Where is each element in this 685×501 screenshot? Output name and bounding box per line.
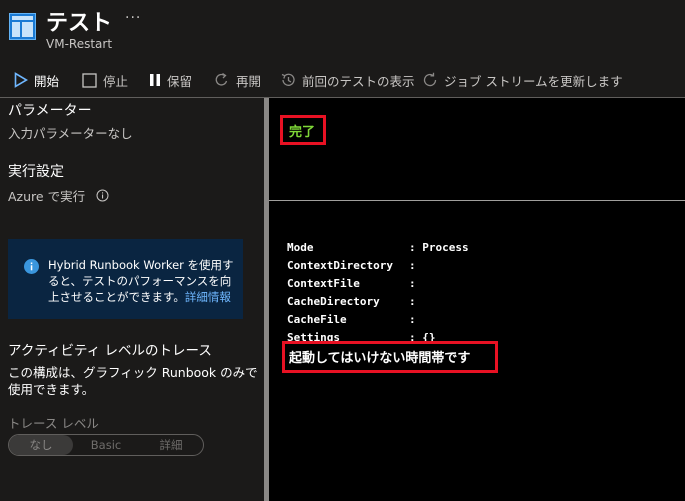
job-status: 完了 [289,125,316,140]
run-on-label: Azure で実行 [8,189,86,204]
refresh-job-streams-button[interactable]: ジョブ ストリームを更新します [422,70,623,90]
more-options-button[interactable]: ··· [125,10,141,26]
refresh-job-streams-label: ジョブ ストリームを更新します [444,73,623,89]
redo-icon [215,72,228,86]
output-key: ContextFile [287,277,360,290]
job-status-area: 完了 [269,98,685,200]
resume-label: 再開 [236,73,262,89]
start-button[interactable]: 開始 [14,70,59,90]
page-title: テスト [46,11,113,36]
suspend-label: 保留 [167,73,193,89]
status-highlight: 完了 [280,115,326,145]
activity-trace-heading: アクティビティ レベルのトレース [8,343,212,359]
suspend-button[interactable]: 保留 [149,70,192,90]
view-last-test-button[interactable]: 前回のテストの表示 [280,70,415,90]
history-icon [281,73,295,86]
page-subtitle: VM-Restart [46,37,113,51]
output-value: : Process [409,241,469,254]
trace-description: この構成は、グラフィック Runbook のみで使用できます。 [8,365,258,397]
output-key: Mode [287,241,314,254]
info-circle-icon[interactable] [96,189,109,202]
output-key: CacheDirectory [287,295,380,308]
settings-panel: パラメーター 入力パラメーターなし 実行設定 Azure で実行 Hybrid … [0,98,264,501]
learn-more-link[interactable]: 詳細情報 [185,290,231,304]
start-label: 開始 [34,73,60,89]
stop-button[interactable]: 停止 [82,70,128,90]
command-bar: 開始 停止 保留 再開 前回のテストの表示 ジョブ ストリームを更新します [0,62,685,96]
trace-level-selector[interactable]: なし Basic 詳細 [8,434,204,456]
output-value: : [409,277,416,290]
stop-label: 停止 [103,73,129,89]
output-value: : [409,259,416,272]
hybrid-worker-info-box: Hybrid Runbook Worker を使用すると、テストのパフォーマンス… [8,239,243,319]
runbook-icon [9,13,36,40]
output-line: ContextFile: [287,275,469,293]
output-line: ContextDirectory: [287,257,469,275]
run-on-azure: Azure で実行 [8,186,109,205]
refresh-icon [423,72,437,87]
info-icon [24,259,39,274]
output-value: : [409,295,416,308]
trace-option-detailed[interactable]: 詳細 [139,435,203,455]
output-line: CacheFile: [287,311,469,329]
trace-option-none[interactable]: なし [9,435,73,455]
output-value: : [409,313,416,326]
parameters-heading: パラメーター [8,103,92,119]
output-line: CacheDirectory: [287,293,469,311]
output-line: Mode : Process [287,239,469,257]
pause-icon [150,74,160,86]
blade-header: テスト ··· VM-Restart [0,0,685,60]
job-output-stream: Mode : Process ContextDirectory: ContextF… [287,239,469,347]
resume-button[interactable]: 再開 [214,70,261,90]
message-highlight: 起動してはいけない時間帯です [282,341,498,373]
output-panel: 完了 Mode : Process ContextDirectory: Conte… [269,98,685,501]
stop-icon [82,72,97,88]
output-key: CacheFile [287,313,347,326]
trace-level-label: トレース レベル [8,416,99,431]
no-parameters-text: 入力パラメーターなし [8,126,133,141]
play-icon [14,72,28,88]
info-message: Hybrid Runbook Worker を使用すると、テストのパフォーマンス… [48,257,238,305]
output-key: ContextDirectory [287,259,393,272]
trace-option-basic[interactable]: Basic [74,435,138,455]
view-last-test-label: 前回のテストの表示 [302,73,415,89]
run-settings-heading: 実行設定 [8,164,64,180]
output-message: 起動してはいけない時間帯です [289,351,471,366]
output-separator [269,200,685,201]
